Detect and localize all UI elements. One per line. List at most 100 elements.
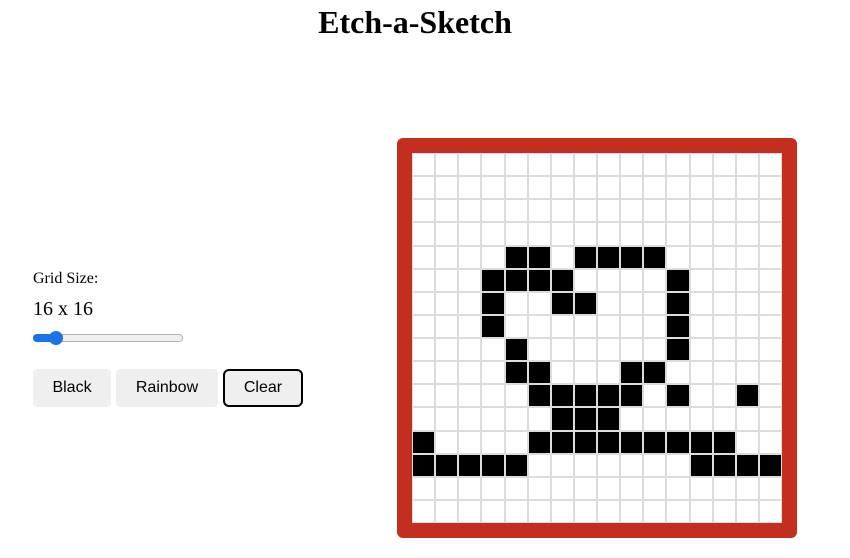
grid-cell[interactable] [550,476,574,500]
grid-cell[interactable] [504,314,528,338]
grid-cell[interactable] [435,268,459,292]
grid-cell[interactable] [666,245,690,269]
grid-cell[interactable] [481,407,505,431]
grid-cell[interactable] [481,453,505,477]
grid-cell[interactable] [643,245,667,269]
grid-cell[interactable] [643,199,667,223]
grid-cell[interactable] [597,199,621,223]
grid-cell[interactable] [643,291,667,315]
grid-cell[interactable] [689,384,713,408]
grid-cell[interactable] [550,384,574,408]
grid-cell[interactable] [504,153,528,177]
grid-cell[interactable] [666,268,690,292]
grid-cell[interactable] [481,222,505,246]
grid-cell[interactable] [458,222,482,246]
grid-cell[interactable] [735,499,759,523]
grid-cell[interactable] [412,176,436,200]
grid-cell[interactable] [504,291,528,315]
grid-cell[interactable] [504,361,528,385]
grid-cell[interactable] [620,222,644,246]
grid-cell[interactable] [573,407,597,431]
grid-cell[interactable] [458,176,482,200]
grid-cell[interactable] [458,499,482,523]
grid-cell[interactable] [758,314,782,338]
grid-cell[interactable] [550,245,574,269]
grid-cell[interactable] [735,361,759,385]
grid-cell[interactable] [620,430,644,454]
grid-cell[interactable] [412,245,436,269]
grid-cell[interactable] [527,338,551,362]
grid-cell[interactable] [412,384,436,408]
grid-cell[interactable] [481,338,505,362]
grid-cell[interactable] [597,407,621,431]
grid-cell[interactable] [504,430,528,454]
grid-cell[interactable] [481,476,505,500]
grid-cell[interactable] [573,430,597,454]
grid-cell[interactable] [481,176,505,200]
grid-cell[interactable] [597,222,621,246]
grid-cell[interactable] [458,384,482,408]
grid-cell[interactable] [712,407,736,431]
grid-cell[interactable] [643,384,667,408]
grid-cell[interactable] [712,176,736,200]
grid-cell[interactable] [666,430,690,454]
grid-cell[interactable] [527,268,551,292]
grid-cell[interactable] [597,499,621,523]
rainbow-button[interactable]: Rainbow [116,369,218,407]
grid-cell[interactable] [712,384,736,408]
grid-cell[interactable] [597,176,621,200]
grid-cell[interactable] [573,176,597,200]
grid-cell[interactable] [550,453,574,477]
grid-cell[interactable] [504,222,528,246]
grid-cell[interactable] [550,153,574,177]
grid-cell[interactable] [712,361,736,385]
grid-cell[interactable] [689,361,713,385]
grid-cell[interactable] [689,499,713,523]
grid-cell[interactable] [597,291,621,315]
grid-cell[interactable] [435,338,459,362]
grid-cell[interactable] [573,153,597,177]
grid-cell[interactable] [527,499,551,523]
grid-cell[interactable] [527,245,551,269]
grid-cell[interactable] [689,338,713,362]
grid-cell[interactable] [597,361,621,385]
grid-cell[interactable] [504,199,528,223]
grid-size-slider[interactable] [33,329,183,347]
grid-cell[interactable] [620,314,644,338]
grid-cell[interactable] [712,153,736,177]
grid-cell[interactable] [666,499,690,523]
grid-cell[interactable] [458,338,482,362]
grid-cell[interactable] [712,476,736,500]
grid-cell[interactable] [504,384,528,408]
grid-cell[interactable] [758,153,782,177]
grid-cell[interactable] [550,499,574,523]
grid-cell[interactable] [435,453,459,477]
grid-cell[interactable] [643,407,667,431]
grid-cell[interactable] [504,453,528,477]
grid-cell[interactable] [573,361,597,385]
slider-thumb[interactable] [49,331,63,345]
grid-cell[interactable] [458,245,482,269]
grid-cell[interactable] [689,222,713,246]
grid-cell[interactable] [412,199,436,223]
grid-cell[interactable] [689,476,713,500]
grid-cell[interactable] [643,153,667,177]
grid-cell[interactable] [481,314,505,338]
grid-cell[interactable] [504,407,528,431]
grid-cell[interactable] [412,338,436,362]
grid-cell[interactable] [573,291,597,315]
grid-cell[interactable] [435,222,459,246]
grid-cell[interactable] [458,407,482,431]
grid-cell[interactable] [620,199,644,223]
grid-cell[interactable] [550,361,574,385]
grid-cell[interactable] [573,476,597,500]
grid-cell[interactable] [666,176,690,200]
grid-cell[interactable] [481,384,505,408]
grid-cell[interactable] [735,222,759,246]
grid-cell[interactable] [735,314,759,338]
grid-cell[interactable] [597,476,621,500]
grid-cell[interactable] [758,499,782,523]
grid-cell[interactable] [573,222,597,246]
grid-cell[interactable] [481,361,505,385]
grid-cell[interactable] [758,291,782,315]
